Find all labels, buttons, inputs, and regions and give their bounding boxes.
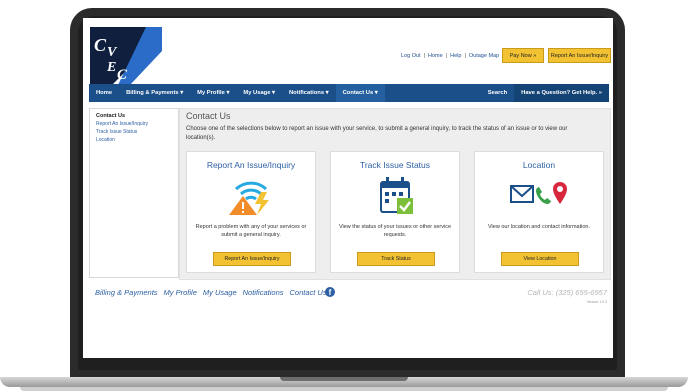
- footer-my-usage[interactable]: My Usage: [203, 288, 237, 297]
- sidebar-title: Contact Us: [96, 113, 126, 119]
- pay-now-button[interactable]: Pay Now »: [502, 48, 544, 63]
- header: C V E C Log Out | Home | Help | Outage M…: [83, 18, 613, 85]
- nav-get-help[interactable]: Have a Question? Get Help. »: [514, 84, 609, 102]
- laptop-base: [0, 373, 688, 392]
- location-card: Location View our location and contact i…: [474, 151, 604, 273]
- nav-notifications[interactable]: Notifications ▾: [282, 84, 336, 102]
- home-link[interactable]: Home: [428, 53, 443, 59]
- svg-text:C: C: [94, 35, 107, 55]
- page-title: Contact Us: [186, 111, 231, 121]
- svg-text:C: C: [117, 67, 128, 83]
- nav-contact-us[interactable]: Contact Us ▾: [335, 84, 385, 102]
- version-text: Version 1.0.0: [586, 300, 607, 304]
- help-link[interactable]: Help: [450, 53, 461, 59]
- nav-right: Search Have a Question? Get Help. »: [481, 84, 609, 102]
- nav-search[interactable]: Search: [481, 84, 514, 102]
- sidebar-item-location[interactable]: Location: [96, 137, 178, 143]
- track-status-card-title: Track Issue Status: [359, 160, 431, 170]
- nav-home[interactable]: Home: [89, 84, 119, 102]
- laptop-base-notch: [280, 377, 408, 381]
- calendar-check-icon: [380, 177, 413, 214]
- report-issue-card: Report An Issue/Inquiry Report a problem…: [186, 151, 316, 273]
- page-description: Choose one of the selections below to re…: [186, 126, 568, 141]
- top-links: Log Out | Home | Help | Outage Map: [401, 53, 500, 59]
- report-issue-card-text: Report a problem with any of your servic…: [195, 224, 307, 238]
- track-status-card: Track Issue Status View the status of yo…: [330, 151, 460, 273]
- footer-contact-us[interactable]: Contact Us: [290, 288, 327, 297]
- footer-links: Billing & Payments My Profile My Usage N…: [95, 288, 327, 297]
- footer: Billing & Payments My Profile My Usage N…: [95, 287, 607, 308]
- nav-my-profile[interactable]: My Profile ▾: [190, 84, 236, 102]
- main-content: Contact Us Choose one of the selections …: [179, 108, 611, 280]
- screen: C V E C Log Out | Home | Help | Outage M…: [83, 18, 613, 358]
- call-us-text: Call Us: (325) 655-6957: [527, 288, 607, 297]
- main-nav: Home Billing & Payments ▾ My Profile ▾ M…: [89, 84, 609, 102]
- sidebar-item-track-status[interactable]: Track Issue Status: [96, 129, 178, 135]
- report-issue-top-button[interactable]: Report An Issue/Inquiry: [548, 48, 611, 63]
- nav-billing-payments[interactable]: Billing & Payments ▾: [119, 84, 190, 102]
- report-issue-button[interactable]: Report An Issue/Inquiry: [213, 252, 291, 266]
- facebook-icon[interactable]: f: [325, 287, 335, 297]
- contact-location-icon: [510, 182, 567, 204]
- svg-text:E: E: [106, 60, 116, 75]
- cvec-logo: C V E C: [90, 27, 162, 85]
- warning-wifi-icon: [229, 181, 269, 215]
- laptop-base-shadow: [20, 387, 668, 391]
- report-issue-card-title: Report An Issue/Inquiry: [206, 160, 296, 170]
- sidebar-item-report-issue[interactable]: Report An Issue/Inquiry: [96, 121, 178, 127]
- location-card-text: View our location and contact informatio…: [487, 224, 590, 230]
- sidebar: Contact Us Report An Issue/Inquiry Track…: [89, 108, 179, 278]
- view-location-button[interactable]: View Location: [501, 252, 579, 266]
- footer-my-profile[interactable]: My Profile: [164, 288, 197, 297]
- track-status-button[interactable]: Track Status: [357, 252, 435, 266]
- footer-billing-payments[interactable]: Billing & Payments: [95, 288, 158, 297]
- location-card-title: Location: [522, 160, 556, 170]
- track-status-card-text: View the status of your issues or other …: [338, 224, 452, 238]
- nav-my-usage[interactable]: My Usage ▾: [236, 84, 282, 102]
- logout-link[interactable]: Log Out: [401, 53, 421, 59]
- footer-notifications[interactable]: Notifications: [243, 288, 284, 297]
- outage-map-link[interactable]: Outage Map: [469, 53, 499, 59]
